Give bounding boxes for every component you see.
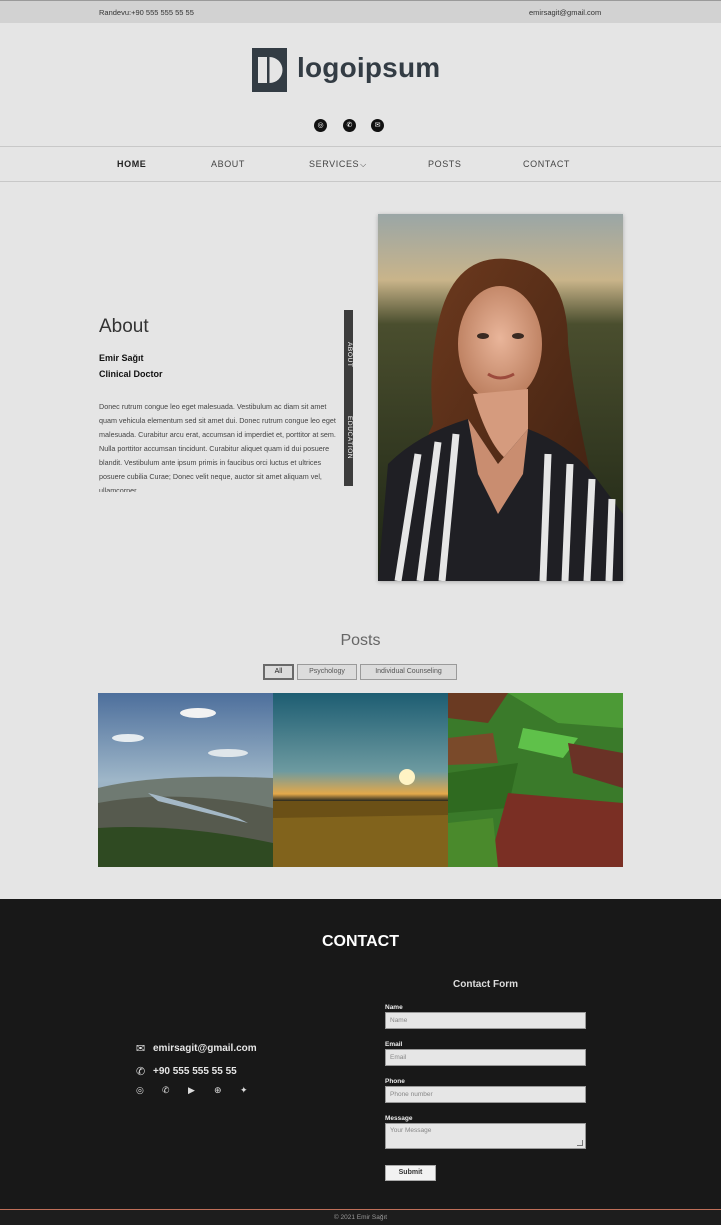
pinterest-icon[interactable]: ⊕ bbox=[214, 1085, 240, 1096]
phone-icon[interactable]: ✆ bbox=[343, 119, 356, 132]
city-landscape-image bbox=[98, 693, 273, 867]
contact-info: ✉ emirsagit@gmail.com ✆ +90 555 555 55 5… bbox=[136, 1037, 336, 1096]
main-nav: HOME ABOUT SERVICES⌵ POSTS CONTACT bbox=[0, 146, 721, 182]
filter-individual-counseling[interactable]: Individual Counseling bbox=[360, 664, 457, 680]
post-card[interactable] bbox=[98, 693, 273, 867]
logo-text: logoipsum bbox=[297, 52, 441, 83]
posts-title: Posts bbox=[340, 632, 381, 649]
email-label: Email bbox=[385, 1041, 403, 1048]
submit-button[interactable]: Submit bbox=[385, 1165, 436, 1181]
appointment-phone[interactable]: Randevu:+90 555 555 55 55 bbox=[99, 8, 194, 17]
post-card[interactable] bbox=[448, 693, 623, 867]
contact-form-title: Contact Form bbox=[453, 979, 518, 990]
copyright: © 2021 Emir Sağıt bbox=[0, 1209, 721, 1225]
site-logo[interactable]: logoipsum bbox=[252, 48, 452, 92]
instagram-icon[interactable]: ◎ bbox=[314, 119, 327, 132]
contact-email-text: emirsagit@gmail.com bbox=[153, 1043, 257, 1054]
contact-form: Contact Form Name Name Email Email Phone… bbox=[385, 979, 586, 1181]
youtube-icon[interactable]: ▶ bbox=[188, 1085, 214, 1096]
phone-input[interactable]: Phone number bbox=[385, 1086, 586, 1103]
contact-section: CONTACT ✉ emirsagit@gmail.com ✆ +90 555 … bbox=[0, 899, 721, 1225]
about-vertical-tabs: ABOUT EDUCATION bbox=[344, 310, 353, 486]
top-bar: Randevu:+90 555 555 55 55 emirsagit@gmai… bbox=[0, 0, 721, 23]
doctor-role: Clinical Doctor bbox=[99, 369, 163, 379]
doctor-portrait bbox=[378, 214, 623, 581]
contact-email[interactable]: ✉ emirsagit@gmail.com bbox=[136, 1037, 336, 1060]
contact-phone[interactable]: ✆ +90 555 555 55 55 bbox=[136, 1060, 336, 1083]
whatsapp-icon[interactable]: ✆ bbox=[162, 1085, 188, 1096]
tab-education[interactable]: EDUCATION bbox=[345, 416, 353, 459]
filter-psychology[interactable]: Psychology bbox=[297, 664, 357, 680]
email-input[interactable]: Email bbox=[385, 1049, 586, 1066]
footer-social-icons: ◎ ✆ ▶ ⊕ ✦ bbox=[136, 1085, 336, 1096]
portrait-image bbox=[378, 214, 623, 581]
nav-services-label: SERVICES bbox=[309, 159, 360, 169]
mail-icon[interactable]: ✉ bbox=[371, 119, 384, 132]
name-input[interactable]: Name bbox=[385, 1012, 586, 1029]
twitter-icon[interactable]: ✦ bbox=[240, 1085, 266, 1096]
phone-icon: ✆ bbox=[136, 1066, 146, 1078]
filter-all[interactable]: All bbox=[263, 664, 294, 680]
sunset-field-image bbox=[273, 693, 448, 867]
message-label: Message bbox=[385, 1115, 413, 1122]
about-title: About bbox=[99, 316, 149, 337]
farmland-aerial-image bbox=[448, 693, 623, 867]
nav-contact[interactable]: CONTACT bbox=[523, 159, 570, 169]
nav-home[interactable]: HOME bbox=[117, 159, 146, 169]
name-label: Name bbox=[385, 1004, 403, 1011]
message-textarea[interactable]: Your Message bbox=[385, 1123, 586, 1149]
doctor-name: Emir Sağıt bbox=[99, 353, 144, 363]
about-section: About Emir Sağıt Clinical Doctor Donec r… bbox=[99, 316, 339, 492]
contact-phone-text: +90 555 555 55 55 bbox=[153, 1066, 237, 1077]
instagram-icon[interactable]: ◎ bbox=[136, 1085, 162, 1096]
contact-title: CONTACT bbox=[321, 933, 400, 950]
logo-mark-icon bbox=[252, 48, 287, 92]
nav-posts[interactable]: POSTS bbox=[428, 159, 462, 169]
mail-icon: ✉ bbox=[136, 1043, 146, 1055]
header-social-icons: ◎ ✆ ✉ bbox=[314, 119, 384, 133]
tab-about[interactable]: ABOUT bbox=[345, 342, 353, 367]
doctor-info: Emir Sağıt Clinical Doctor bbox=[99, 350, 339, 382]
post-card[interactable] bbox=[273, 693, 448, 867]
phone-label: Phone bbox=[385, 1078, 405, 1085]
top-email[interactable]: emirsagit@gmail.com bbox=[529, 8, 601, 17]
post-gallery bbox=[98, 693, 623, 867]
about-bio: Donec rutrum congue leo eget malesuada. … bbox=[99, 402, 336, 492]
nav-services[interactable]: SERVICES⌵ bbox=[309, 159, 367, 170]
chevron-down-icon: ⌵ bbox=[360, 160, 367, 169]
nav-about[interactable]: ABOUT bbox=[211, 159, 245, 169]
